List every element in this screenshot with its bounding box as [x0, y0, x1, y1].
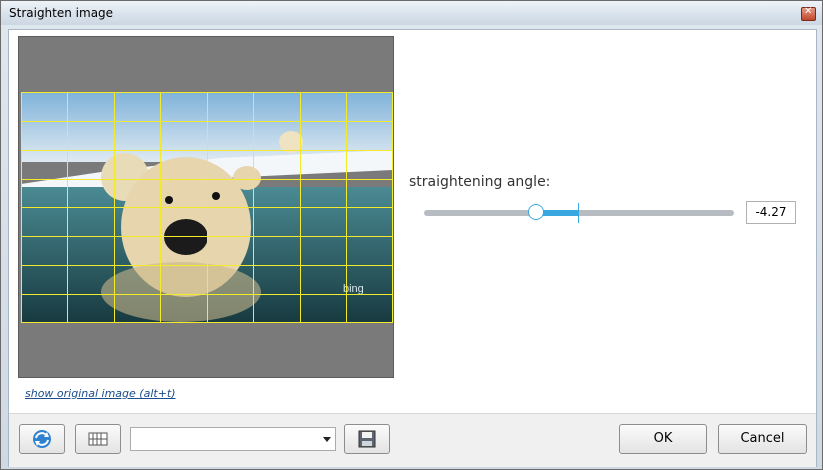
save-icon [358, 430, 376, 448]
dialog-body: bing show original image (alt+t) straigh… [8, 29, 817, 467]
cancel-button-label: Cancel [740, 431, 785, 446]
show-original-link[interactable]: show original image (alt+t) [25, 387, 176, 400]
ok-button-label: OK [653, 431, 673, 446]
angle-value-field[interactable]: -4.27 [746, 201, 796, 224]
composition-grid [21, 92, 393, 323]
reset-button[interactable] [19, 424, 65, 454]
angle-slider[interactable] [424, 203, 734, 223]
preview-photo: bing [21, 92, 393, 323]
slider-zero-tick [578, 203, 579, 223]
slider-thumb[interactable] [528, 204, 544, 220]
bottom-toolbar: OK Cancel [9, 413, 816, 467]
chevron-down-icon [323, 437, 331, 442]
straightening-angle-label: straightening angle: [409, 174, 551, 190]
grid-icon [88, 432, 108, 446]
cancel-button[interactable]: Cancel [718, 424, 807, 454]
straighten-dialog: Straighten image ✕ bing show original im… [0, 0, 823, 470]
grid-toggle-button[interactable] [75, 424, 121, 454]
save-preset-button[interactable] [344, 424, 390, 454]
refresh-icon [33, 430, 51, 448]
slider-track [424, 210, 734, 216]
ok-button[interactable]: OK [619, 424, 707, 454]
title-bar: Straighten image [1, 1, 822, 25]
image-preview: bing [18, 36, 394, 378]
dialog-title: Straighten image [9, 6, 114, 20]
preset-select[interactable] [130, 427, 336, 451]
close-icon[interactable] [801, 6, 816, 21]
